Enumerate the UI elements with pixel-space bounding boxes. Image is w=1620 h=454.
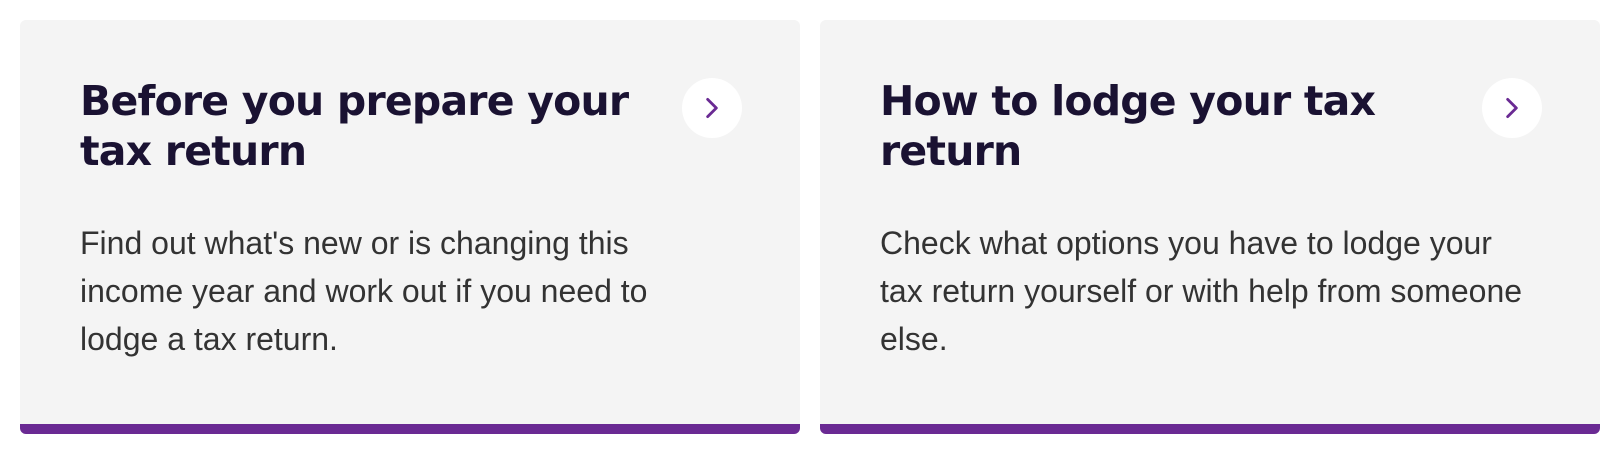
card-how-to-lodge[interactable]: How to lodge your tax return Check what … [820,20,1600,434]
card-title: Before you prepare your tax return [80,77,629,175]
card-grid: Before you prepare your tax return Find … [0,0,1620,454]
chevron-right-icon [706,97,718,119]
card-description: Find out what's new or is changing this … [80,225,648,357]
card-description: Check what options you have to lodge you… [880,225,1523,357]
card-before-you-prepare[interactable]: Before you prepare your tax return Find … [20,20,800,434]
card-arrow-button[interactable] [682,78,742,138]
card-title: How to lodge your tax return [880,77,1376,175]
card-arrow-button[interactable] [1482,78,1542,138]
chevron-right-icon [1506,97,1518,119]
